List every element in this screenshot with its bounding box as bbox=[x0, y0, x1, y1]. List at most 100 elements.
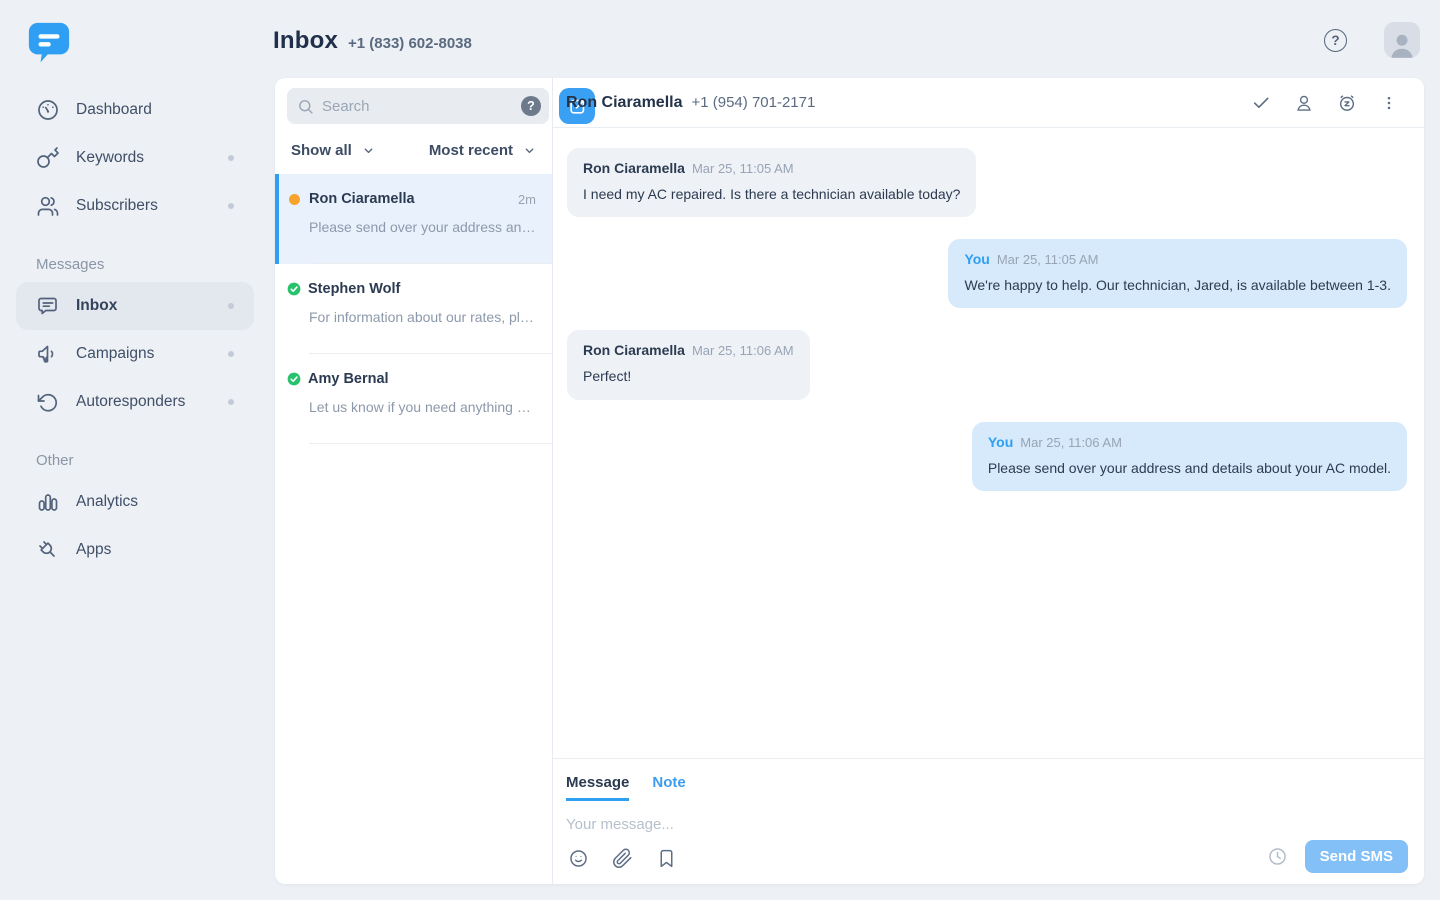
composer-send-area: Send SMS bbox=[1267, 840, 1408, 873]
conversation-item[interactable]: Stephen Wolf For information about our r… bbox=[275, 264, 552, 354]
chat-header: Ron Ciaramella +1 (954) 701-2171 bbox=[553, 78, 1424, 128]
sidebar-item-label: Autoresponders bbox=[76, 393, 185, 411]
conversation-item[interactable]: Amy Bernal Let us know if you need anyth… bbox=[275, 354, 552, 444]
chat-bubble-icon bbox=[36, 294, 60, 318]
message-text: I need my AC repaired. Is there a techni… bbox=[583, 185, 960, 203]
sidebar-item-label: Dashboard bbox=[76, 101, 152, 119]
avatar-person-icon bbox=[1387, 30, 1417, 58]
sidebar-item-keywords[interactable]: Keywords bbox=[16, 134, 254, 182]
sidebar-item-label: Analytics bbox=[76, 493, 138, 511]
conversation-name: Amy Bernal bbox=[308, 371, 389, 387]
user-avatar[interactable] bbox=[1384, 22, 1420, 58]
contact-phone: +1 (954) 701-2171 bbox=[691, 94, 815, 111]
chat-actions bbox=[1251, 93, 1398, 113]
sidebar-item-apps[interactable]: Apps bbox=[16, 526, 254, 574]
message-row: Ron Ciaramella Mar 25, 11:05 AM I need m… bbox=[567, 148, 1407, 217]
message-text: Perfect! bbox=[583, 367, 794, 385]
sidebar-item-dashboard[interactable]: Dashboard bbox=[16, 86, 254, 134]
contact-person-icon[interactable] bbox=[1294, 93, 1314, 113]
sidebar: Dashboard Keywords Subscribers Messages … bbox=[0, 0, 270, 900]
message-composer: Message Note Send SMS bbox=[553, 758, 1424, 884]
sidebar-item-label: Subscribers bbox=[76, 197, 158, 215]
search-help-icon[interactable]: ? bbox=[521, 96, 541, 116]
sidebar-nav: Dashboard Keywords Subscribers Messages … bbox=[16, 86, 254, 574]
sort-filter-dropdown[interactable]: Most recent bbox=[429, 142, 536, 159]
message-row: You Mar 25, 11:05 AM We're happy to help… bbox=[567, 239, 1407, 308]
conversation-name: Ron Ciaramella bbox=[309, 191, 415, 207]
search-input[interactable] bbox=[322, 98, 521, 115]
sidebar-item-autoresponders[interactable]: Autoresponders bbox=[16, 378, 254, 426]
conversation-preview: Please send over your address and ... bbox=[289, 219, 536, 235]
attachment-icon[interactable] bbox=[612, 848, 633, 869]
more-options-icon[interactable] bbox=[1380, 93, 1398, 113]
contact-name: Ron Ciaramella bbox=[566, 94, 682, 112]
conversation-time: 2m bbox=[518, 192, 536, 207]
page-title: Inbox +1 (833) 602-8038 bbox=[273, 27, 472, 55]
filter-row: Show all Most recent bbox=[275, 132, 552, 174]
message-timestamp: Mar 25, 11:05 AM bbox=[997, 252, 1099, 267]
emoji-icon[interactable] bbox=[568, 848, 589, 869]
message-bubble: Ron Ciaramella Mar 25, 11:05 AM I need m… bbox=[567, 148, 976, 217]
tab-note[interactable]: Note bbox=[652, 774, 685, 801]
notification-dot bbox=[228, 351, 234, 357]
conversation-name: Stephen Wolf bbox=[308, 281, 400, 297]
help-icon[interactable]: ? bbox=[1324, 29, 1347, 52]
sidebar-section-other: Other bbox=[16, 448, 254, 472]
bar-chart-icon bbox=[36, 490, 60, 514]
status-filter-dropdown[interactable]: Show all bbox=[291, 142, 375, 159]
sidebar-section-messages: Messages bbox=[16, 252, 254, 276]
gauge-icon bbox=[36, 98, 60, 122]
chevron-down-icon bbox=[362, 144, 375, 157]
message-bubble: Ron Ciaramella Mar 25, 11:06 AM Perfect! bbox=[567, 330, 810, 399]
message-timestamp: Mar 25, 11:05 AM bbox=[692, 161, 794, 176]
unread-dot-icon bbox=[289, 194, 300, 205]
message-timestamp: Mar 25, 11:06 AM bbox=[692, 343, 794, 358]
composer-tabs: Message Note bbox=[566, 774, 1408, 801]
loop-arrow-icon bbox=[36, 390, 60, 414]
sidebar-item-inbox[interactable]: Inbox bbox=[16, 282, 254, 330]
message-bubble: You Mar 25, 11:06 AM Please send over yo… bbox=[972, 422, 1407, 491]
inbox-card: ? Show all Most recent Ron Ciaramella 2 bbox=[275, 78, 1424, 884]
bookmark-icon[interactable] bbox=[656, 848, 677, 869]
message-text: We're happy to help. Our technician, Jar… bbox=[964, 276, 1391, 294]
conversation-list-pane: ? Show all Most recent Ron Ciaramella 2 bbox=[275, 78, 553, 884]
resolve-check-icon[interactable] bbox=[1251, 93, 1271, 113]
message-text: Please send over your address and detail… bbox=[988, 459, 1391, 477]
inbox-title: Inbox bbox=[273, 27, 338, 55]
conversation-preview: For information about our rates, plea... bbox=[289, 309, 536, 325]
chat-pane: Ron Ciaramella +1 (954) 701-2171 Ron Cia… bbox=[553, 78, 1424, 884]
plug-icon bbox=[36, 538, 60, 562]
sidebar-item-subscribers[interactable]: Subscribers bbox=[16, 182, 254, 230]
sidebar-item-campaigns[interactable]: Campaigns bbox=[16, 330, 254, 378]
message-row: You Mar 25, 11:06 AM Please send over yo… bbox=[567, 422, 1407, 491]
app-logo-icon bbox=[28, 20, 70, 66]
users-icon bbox=[36, 194, 60, 218]
message-sender: You bbox=[964, 251, 989, 267]
message-input[interactable] bbox=[566, 816, 1198, 833]
tab-message[interactable]: Message bbox=[566, 774, 629, 801]
search-box: ? bbox=[287, 88, 549, 124]
message-sender: You bbox=[988, 434, 1013, 450]
notification-dot bbox=[228, 399, 234, 405]
send-sms-button[interactable]: Send SMS bbox=[1305, 840, 1408, 873]
search-icon bbox=[297, 98, 314, 115]
conversation-preview: Let us know if you need anything else! bbox=[289, 399, 536, 415]
sidebar-item-label: Campaigns bbox=[76, 345, 154, 363]
snooze-icon[interactable] bbox=[1337, 93, 1357, 113]
message-sender: Ron Ciaramella bbox=[583, 160, 685, 176]
notification-dot bbox=[228, 203, 234, 209]
message-thread: Ron Ciaramella Mar 25, 11:05 AM I need m… bbox=[553, 128, 1424, 758]
sidebar-item-label: Inbox bbox=[76, 297, 117, 315]
megaphone-icon bbox=[36, 342, 60, 366]
status-filter-value: Show all bbox=[291, 142, 352, 159]
message-row: Ron Ciaramella Mar 25, 11:06 AM Perfect! bbox=[567, 330, 1407, 399]
notification-dot bbox=[228, 155, 234, 161]
sidebar-item-label: Apps bbox=[76, 541, 111, 559]
sidebar-item-label: Keywords bbox=[76, 149, 144, 167]
schedule-clock-icon[interactable] bbox=[1267, 846, 1288, 867]
conversation-item[interactable]: Ron Ciaramella 2m Please send over your … bbox=[275, 174, 552, 264]
sidebar-item-analytics[interactable]: Analytics bbox=[16, 478, 254, 526]
conversation-list: Ron Ciaramella 2m Please send over your … bbox=[275, 174, 552, 884]
resolved-check-icon bbox=[287, 372, 301, 386]
key-icon bbox=[36, 146, 60, 170]
